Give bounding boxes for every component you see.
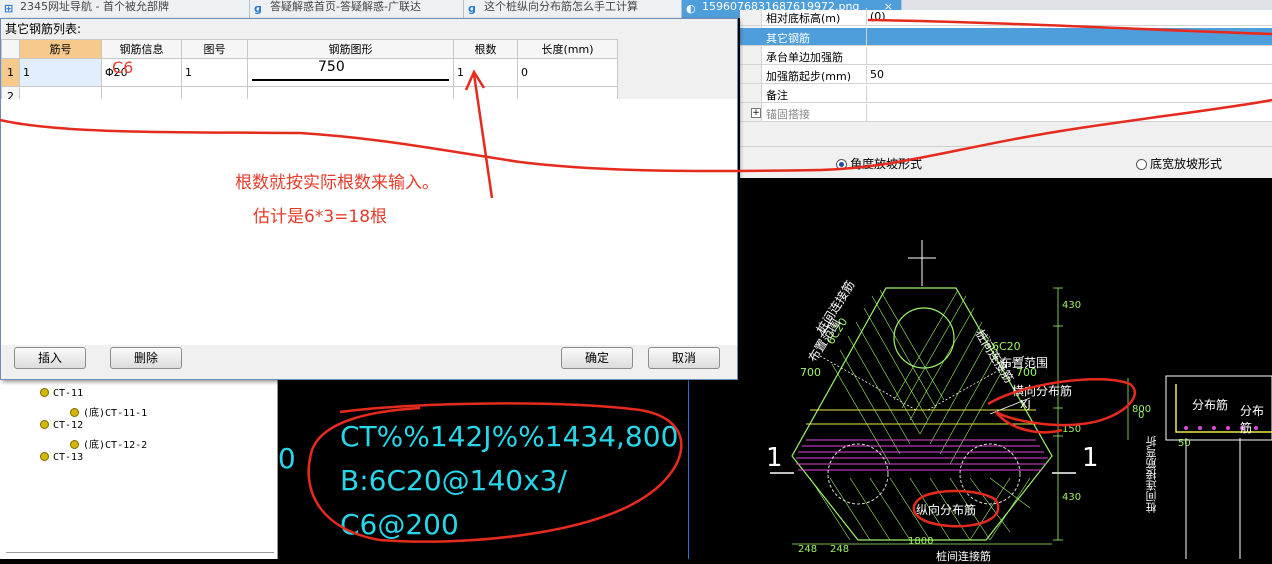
row-number[interactable]: 1 xyxy=(1,58,20,87)
site-icon: ⊞ xyxy=(4,2,14,15)
browser-tab-question[interactable]: ɡ 这个桩纵向分布筋怎么手工计算 xyxy=(464,0,682,18)
other-rebar-dialog: 其它钢筋列表: 筋号 钢筋信息 图号 钢筋图形 根数 长度(mm) 1 1 Φ2… xyxy=(0,18,738,380)
header-bar-info[interactable]: 钢筋信息 xyxy=(101,39,182,59)
header-corner xyxy=(1,39,20,59)
section-mark-left: 1 xyxy=(766,443,783,473)
leader-left xyxy=(819,355,917,411)
table-header: 筋号 钢筋信息 图号 钢筋图形 根数 长度(mm) xyxy=(1,39,618,59)
prop-row-reinforcement-start[interactable]: 加强筋起步(mm) 50 xyxy=(740,66,1272,84)
canvas-guide-line xyxy=(688,380,689,559)
delete-button[interactable]: 删除 xyxy=(110,347,182,369)
prop-row-anchorage[interactable]: 锚固搭接 xyxy=(740,104,1272,122)
glodon-icon: ɡ xyxy=(468,2,476,15)
angle-slope-radio[interactable]: 角度放坡形式 xyxy=(836,155,922,172)
tree-item-ct12[interactable]: CT-12 xyxy=(40,420,83,431)
cell-fig-no[interactable]: 1 xyxy=(181,58,248,87)
dim-1800: 1800 xyxy=(908,536,934,547)
dim-150: 150 xyxy=(1062,424,1082,435)
browser-tab-qa-home[interactable]: ɡ 答疑解惑首页-答疑解惑-广联达 xyxy=(250,0,464,18)
table-row[interactable]: 1 1 Φ20 1 750 1 0 xyxy=(1,58,618,87)
label-xj: XJ xyxy=(1020,398,1031,411)
note-line1: 根数就按实际根数来输入。 xyxy=(235,173,439,193)
fig-value: 750 xyxy=(318,59,345,75)
handwritten-c6: C6 xyxy=(112,58,134,77)
pile-left xyxy=(827,443,889,505)
dim-430-bottom: 430 xyxy=(1062,492,1082,503)
prop-row-side-reinforcement[interactable]: 承台单边加强筋 xyxy=(740,47,1272,65)
glodon-icon: ɡ xyxy=(254,2,262,15)
header-length[interactable]: 长度(mm) xyxy=(517,39,618,59)
detail-dim-50: 50 xyxy=(1178,438,1191,449)
cad-text-line2: B:6C20@140x3/ xyxy=(340,464,567,497)
cancel-button[interactable]: 取消 xyxy=(648,347,720,369)
left-hatch xyxy=(831,289,945,465)
cell-count[interactable]: 1 xyxy=(453,58,518,87)
prop-row-other-rebar[interactable]: 其它钢筋 xyxy=(740,28,1272,46)
dim-248-a: 248 xyxy=(798,544,818,555)
label-right-num: 700 xyxy=(1016,366,1037,379)
label-horizontal-rebar: 横向分布筋 xyxy=(1012,384,1073,398)
cell-length[interactable]: 0 xyxy=(517,58,618,87)
label-right-spec: 6C20 xyxy=(992,340,1021,353)
horizontal-rebars xyxy=(796,439,1048,471)
dim-430-top: 430 xyxy=(1062,300,1082,311)
label-vertical-rebar: 纵向分布筋 xyxy=(916,503,977,517)
right-hatch xyxy=(893,289,1007,465)
cell-bar-no[interactable]: 1 xyxy=(19,58,102,87)
tree-item-ct13[interactable]: CT-13 xyxy=(40,452,83,463)
cad-text-line1: CT%%142J%%1434,800 xyxy=(340,420,679,453)
component-icon xyxy=(70,440,79,449)
component-icon xyxy=(70,408,79,417)
section-mark-right: 1 xyxy=(1082,443,1099,473)
prop-row-relative-elevation[interactable]: 相对底标高(m) (0) xyxy=(740,8,1272,26)
expand-icon[interactable]: + xyxy=(751,108,761,118)
note-line2: 估计是6*3=18根 xyxy=(253,207,388,227)
component-icon xyxy=(40,388,49,397)
radio-unselected-icon xyxy=(1136,159,1147,170)
properties-gap xyxy=(740,122,1272,146)
cad-text-line3: C6@200 xyxy=(340,508,459,541)
image-icon: ◐ xyxy=(686,2,696,15)
fig-line xyxy=(252,79,449,81)
rebar-table: 筋号 钢筋信息 图号 钢筋图形 根数 长度(mm) 1 1 Φ20 1 750 … xyxy=(1,39,618,106)
header-count[interactable]: 根数 xyxy=(453,39,518,59)
pile-top xyxy=(893,307,955,369)
dialog-title: 其它钢筋列表: xyxy=(5,22,82,36)
radio-selected-icon xyxy=(836,159,847,170)
slope-mode-bar: 角度放坡形式 底宽放坡形式 xyxy=(740,146,1272,178)
tree-item-ct11-1[interactable]: (底)CT-11-1 xyxy=(70,404,147,419)
dim-248-b: 248 xyxy=(830,544,850,555)
component-icon xyxy=(40,452,49,461)
tree-item-ct12-2[interactable]: (底)CT-12-2 xyxy=(70,436,147,451)
cad-drawing[interactable]: 桩间连接筋 6C20 布置范围 700 桩间连接筋 6C20 布置范围 700 … xyxy=(740,178,1272,563)
component-icon xyxy=(40,420,49,429)
detail-zero: 0 xyxy=(1138,410,1145,421)
header-fig-no[interactable]: 图号 xyxy=(181,39,248,59)
detail-label-a: 分布筋 xyxy=(1192,398,1229,412)
width-slope-radio[interactable]: 底宽放坡形式 xyxy=(1136,155,1222,172)
header-bar-no[interactable]: 筋号 xyxy=(19,39,102,59)
cell-fig[interactable]: 750 xyxy=(247,58,454,87)
ok-button[interactable]: 确定 xyxy=(561,347,633,369)
label-side-bend: 桩间连接筋弯折 xyxy=(1145,436,1158,513)
pile-right xyxy=(959,443,1021,505)
label-left-num: 700 xyxy=(800,366,821,379)
label-bottom-connect: 桩间连接筋 xyxy=(936,550,991,563)
tree-item-ct11[interactable]: CT-11 xyxy=(40,388,83,399)
component-tree: CT-11 (底)CT-11-1 CT-12 (底)CT-12-2 CT-13 xyxy=(0,380,278,559)
header-fig[interactable]: 钢筋图形 xyxy=(247,39,454,59)
browser-tab-2345[interactable]: ⊞ 2345网址导航 - 首个被允部牌 xyxy=(0,0,250,18)
prop-row-remark[interactable]: 备注 xyxy=(740,85,1272,103)
insert-button[interactable]: 插入 xyxy=(14,347,86,369)
detail-label-b: 分布筋 xyxy=(1240,404,1265,435)
